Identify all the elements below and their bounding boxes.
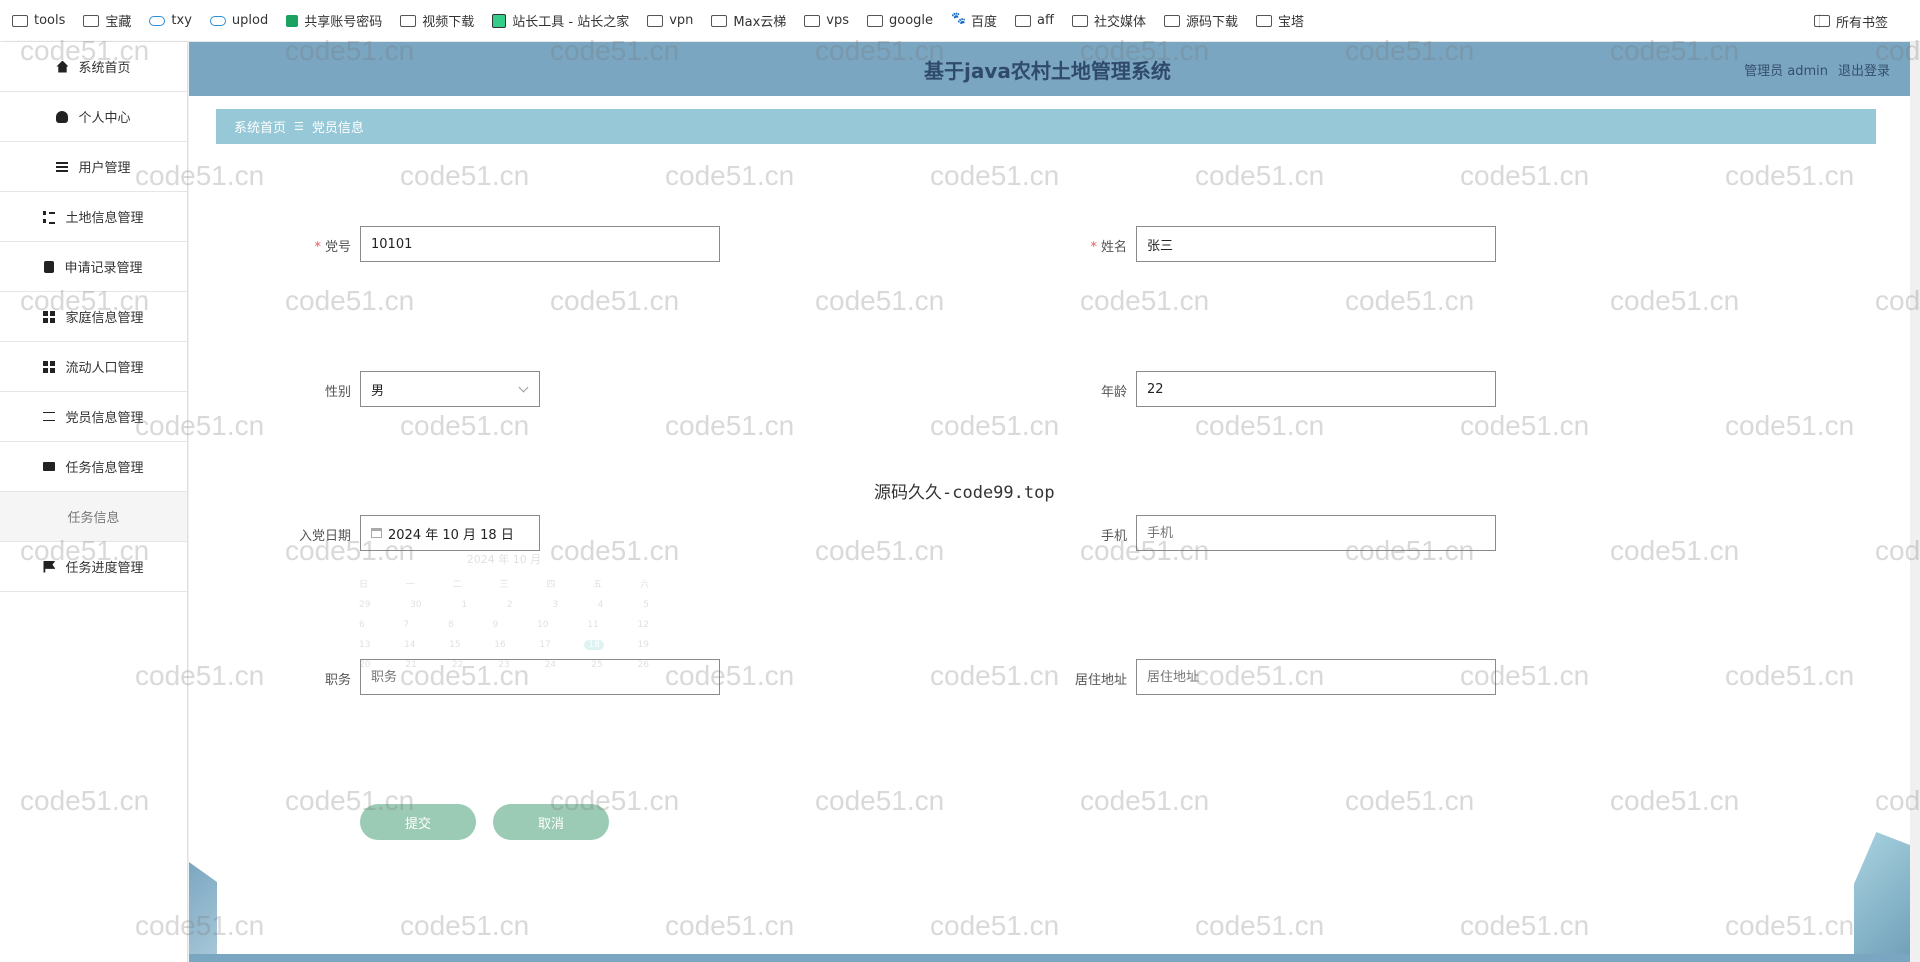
breadcrumb-current: 党员信息: [311, 121, 364, 136]
decoration-left: [189, 862, 217, 962]
bookmark-vps[interactable]: vps: [804, 13, 849, 28]
gender-select[interactable]: 男: [360, 371, 540, 407]
submit-button[interactable]: 提交: [360, 804, 476, 840]
folder-icon: [711, 14, 728, 27]
date-picker-week: 13 14 15 16 17 18 19: [359, 640, 649, 650]
phone-label: 手机: [1100, 529, 1127, 544]
required-mark: *: [1090, 240, 1097, 255]
decoration-right: [1854, 832, 1910, 962]
bookmark-uplod[interactable]: uplod: [209, 13, 268, 28]
sidebar-item-migrants[interactable]: 流动人口管理: [0, 342, 187, 392]
sidebar: 系统首页 个人中心 用户管理 土地信息管理 申请记录管理 家庭信息管理 流动人口…: [0, 42, 188, 962]
folder-icon: [804, 14, 821, 27]
phone-input[interactable]: [1136, 515, 1496, 551]
tool-icon: [492, 13, 507, 28]
sidebar-subitem-task-info[interactable]: 任务信息: [0, 492, 187, 542]
header-user-area: 管理员 admin 退出登录: [1734, 42, 1890, 96]
dangid-label: * 党号: [314, 240, 351, 255]
required-mark: *: [314, 240, 321, 255]
user-icon: [56, 110, 69, 123]
grid-icon: [43, 310, 56, 323]
bookmark-tools[interactable]: tools: [12, 13, 65, 28]
page-title: 基于java农村土地管理系统: [924, 58, 1171, 83]
bookmarks-bar: tools 宝藏 txy uplod 共享账号密码 视频下载 站长工具 - 站长…: [0, 0, 1920, 42]
sidebar-item-land[interactable]: 土地信息管理: [0, 192, 187, 242]
join-date-picker[interactable]: 2024 年 10 月 18 日: [360, 515, 540, 551]
folder-icon: [647, 14, 664, 27]
sidebar-item-tasks[interactable]: 任务信息管理: [0, 442, 187, 492]
logout-link[interactable]: 退出登录: [1838, 60, 1890, 79]
position-label: 职务: [324, 673, 351, 688]
position-input[interactable]: [360, 659, 720, 695]
bookmark-baozang[interactable]: 宝藏: [83, 11, 131, 30]
bookmark-shared-accounts[interactable]: 共享账号密码: [286, 11, 382, 30]
sidebar-item-applications[interactable]: 申请记录管理: [0, 242, 187, 292]
date-picker-week: 6 7 8 9 10 11 12: [359, 620, 649, 630]
watermark-note: 源码久久-code99.top: [874, 483, 1055, 503]
menu-icon: [56, 161, 69, 172]
list-icon: [43, 210, 56, 224]
date-picker-week: 29 30 1 2 3 4 5: [359, 600, 649, 610]
folder-icon: [1813, 15, 1830, 27]
home-icon: [56, 60, 69, 73]
bookmark-baidu[interactable]: 百度: [951, 11, 997, 31]
main-content: 基于java农村土地管理系统 管理员 admin 退出登录 系统首页 ☰ 党员信…: [189, 42, 1920, 962]
breadcrumb: 系统首页 ☰ 党员信息: [216, 109, 1876, 144]
flag-icon: [43, 560, 56, 573]
folder-icon: [83, 14, 100, 27]
sheet-icon: [286, 14, 299, 27]
address-input[interactable]: [1136, 659, 1496, 695]
age-input[interactable]: 22: [1136, 371, 1496, 407]
sidebar-item-profile[interactable]: 个人中心: [0, 92, 187, 142]
folder-icon: [12, 14, 28, 27]
bookmark-all[interactable]: 所有书签: [1813, 0, 1888, 42]
bookmark-social[interactable]: 社交媒体: [1071, 11, 1146, 30]
clipboard-icon: [44, 260, 55, 273]
gender-label: 性别: [324, 385, 351, 400]
bookmark-baota[interactable]: 宝塔: [1256, 11, 1304, 30]
folder-icon: [1256, 14, 1273, 27]
bookmark-chinaz[interactable]: 站长工具 - 站长之家: [492, 11, 629, 30]
bookmark-google[interactable]: google: [867, 13, 933, 28]
folder-icon: [867, 14, 883, 27]
monitor-icon: [43, 462, 56, 471]
age-label: 年龄: [1100, 385, 1127, 400]
folder-icon: [1164, 14, 1180, 27]
bookmark-video-download[interactable]: 视频下载: [400, 11, 474, 30]
sidebar-item-home[interactable]: 系统首页: [0, 42, 187, 92]
sidebar-item-users[interactable]: 用户管理: [0, 142, 187, 192]
dangid-input[interactable]: 10101: [360, 226, 720, 262]
paw-icon: [951, 11, 966, 28]
cancel-button[interactable]: 取消: [493, 804, 609, 840]
bookmark-vpn[interactable]: vpn: [647, 13, 693, 28]
header-bar: 基于java农村土地管理系统 管理员 admin 退出登录: [189, 42, 1910, 96]
date-picker-header: 2024 年 10 月: [466, 553, 542, 566]
sidebar-item-task-progress[interactable]: 任务进度管理: [0, 542, 187, 592]
folder-icon: [1071, 14, 1088, 27]
grid-icon: [43, 360, 56, 373]
date-picker-week: 日一二三四五六: [359, 580, 649, 590]
cloud-icon: [209, 15, 226, 26]
breadcrumb-separator-icon: ☰: [294, 120, 304, 133]
name-input[interactable]: 张三: [1136, 226, 1496, 262]
folder-icon: [1015, 14, 1032, 27]
bookmark-source-download[interactable]: 源码下载: [1164, 11, 1238, 30]
sidebar-item-family[interactable]: 家庭信息管理: [0, 292, 187, 342]
sliders-icon: [43, 412, 56, 421]
cloud-icon: [149, 15, 166, 26]
breadcrumb-home[interactable]: 系统首页: [234, 117, 286, 136]
bookmark-max[interactable]: Max云梯: [711, 11, 786, 30]
calendar-icon: [371, 528, 382, 538]
bookmark-txy[interactable]: txy: [149, 13, 192, 28]
scrollbar[interactable]: [1910, 42, 1920, 962]
bookmark-aff[interactable]: aff: [1015, 13, 1054, 28]
bottom-strip: [189, 954, 1910, 962]
name-label: * 姓名: [1090, 240, 1127, 255]
address-label: 居住地址: [1074, 673, 1127, 688]
folder-icon: [400, 14, 417, 27]
sidebar-item-party-members[interactable]: 党员信息管理: [0, 392, 187, 442]
chevron-down-icon: [518, 382, 529, 393]
current-user: 管理员 admin: [1744, 63, 1828, 79]
join-date-label: 入党日期: [298, 529, 351, 544]
